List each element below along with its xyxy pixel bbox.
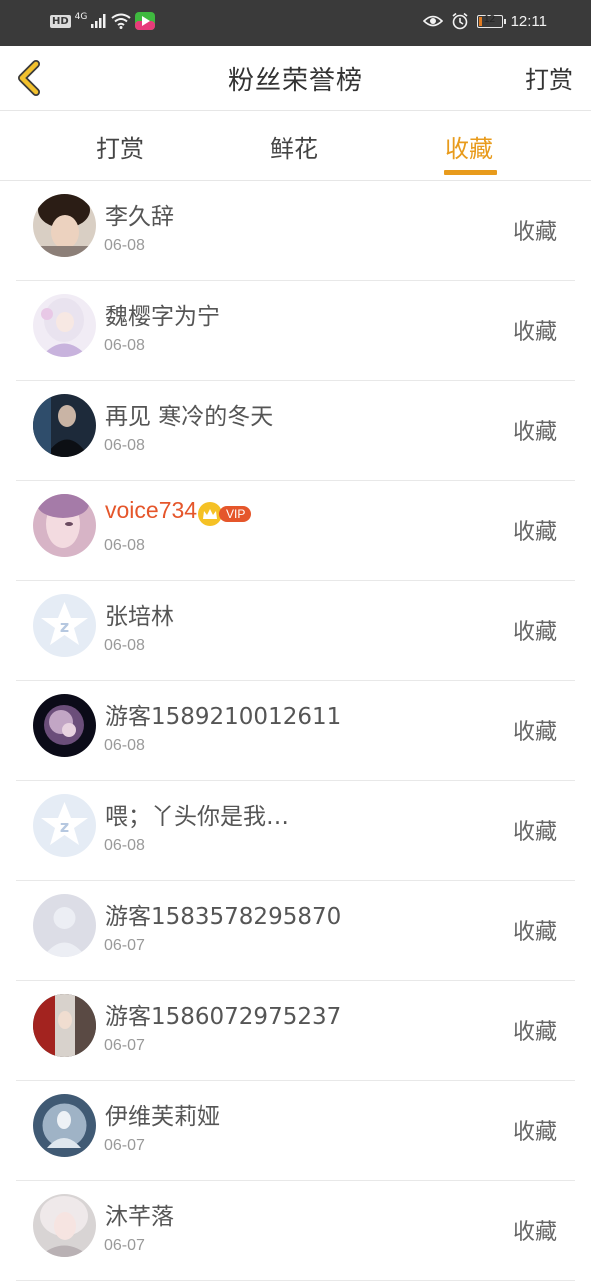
user-name: 喂；丫头你是我… [105,804,289,830]
tab-bar: 打赏 鲜花 收藏 [0,111,591,181]
list-item[interactable]: z 张培林 06-08 收藏 [0,581,591,681]
user-name: 游客1589210012611 [105,704,342,730]
battery-level: 12 [484,13,496,25]
date: 06-08 [104,637,145,654]
user-name: voice734 [105,497,198,523]
alarm-icon [452,12,468,30]
avatar [33,1094,96,1157]
avatar [33,994,96,1057]
status-bar: HD 4G 12 12:11 [0,0,591,46]
user-name: 游客1583578295870 [105,904,342,930]
list-item[interactable]: z 喂；丫头你是我… 06-08 收藏 [0,781,591,881]
avatar: z [33,794,96,857]
avatar [33,294,96,357]
avatar [33,1194,96,1257]
date: 06-07 [104,1037,145,1054]
active-tab-indicator [444,170,497,175]
svg-text:z: z [60,617,69,636]
action-label: 收藏 [512,620,557,645]
list-item[interactable]: 游客1589210012611 06-08 收藏 [0,681,591,781]
action-label: 收藏 [512,920,557,945]
action-label: 收藏 [512,1220,557,1245]
action-label: 收藏 [512,1120,557,1145]
avatar [33,394,96,457]
date: 06-08 [104,737,145,754]
tab-flowers[interactable]: 鲜花 [270,129,318,164]
wifi-icon [111,13,131,29]
avatar [33,894,96,957]
status-right-icons: 12 12:11 [422,12,547,30]
tab-reward[interactable]: 打赏 [96,129,144,164]
list-item[interactable]: 伊维芙莉娅 06-07 收藏 [0,1081,591,1181]
network-type: 4G [74,12,88,22]
date: 06-08 [104,837,145,854]
date: 06-07 [104,937,145,954]
action-label: 收藏 [512,1020,557,1045]
avatar: z [33,594,96,657]
list-item[interactable]: 魏樱字为宁 06-08 收藏 [0,281,591,381]
action-label: 收藏 [512,320,557,345]
reward-button[interactable]: 打赏 [525,60,573,95]
action-label: 收藏 [512,520,557,545]
video-app-icon [135,12,156,30]
eye-comfort-icon [422,15,443,27]
battery-icon: 12 [476,13,506,28]
action-label: 收藏 [512,220,557,245]
list-item[interactable]: 游客1583578295870 06-07 收藏 [0,881,591,981]
user-name: 游客1586072975237 [105,1004,342,1030]
date: 06-08 [104,237,145,254]
user-name: 再见 寒冷的冬天 [105,404,274,430]
date: 06-08 [104,537,145,554]
fan-list: 李久辞 06-08 收藏 魏樱字为宁 06-08 收藏 再见 寒冷的冬天 06-… [0,181,591,1281]
action-label: 收藏 [512,720,557,745]
tab-favorites[interactable]: 收藏 [445,129,493,164]
date: 06-07 [104,1237,145,1254]
list-item[interactable]: voice734 VIP 06-08 收藏 [0,481,591,581]
date: 06-08 [104,437,145,454]
svg-text:z: z [60,817,69,836]
user-name: 沐芊落 [105,1204,174,1230]
user-name: 张培林 [105,604,174,630]
status-left-icons: HD 4G [50,12,156,30]
user-name: 魏樱字为宁 [105,304,220,330]
user-name: 伊维芙莉娅 [105,1104,220,1130]
vip-badge: VIP [198,502,252,526]
signal-icon [91,14,106,28]
list-item[interactable]: 再见 寒冷的冬天 06-08 收藏 [0,381,591,481]
clock: 12:11 [510,12,547,30]
action-label: 收藏 [512,820,557,845]
top-app-bar: 粉丝荣誉榜 打赏 [0,46,591,111]
action-label: 收藏 [512,420,557,445]
list-item[interactable]: 沐芊落 06-07 收藏 [0,1181,591,1281]
list-item[interactable]: 游客1586072975237 06-07 收藏 [0,981,591,1081]
date: 06-08 [104,337,145,354]
page-title: 粉丝荣誉榜 [227,66,363,96]
date: 06-07 [104,1137,145,1154]
user-name: 李久辞 [105,204,174,230]
vip-tag: VIP [219,506,252,522]
avatar [33,694,96,757]
hd-icon: HD [50,14,71,28]
list-item[interactable]: 李久辞 06-08 收藏 [0,181,591,281]
avatar [33,194,96,257]
avatar [33,494,96,557]
